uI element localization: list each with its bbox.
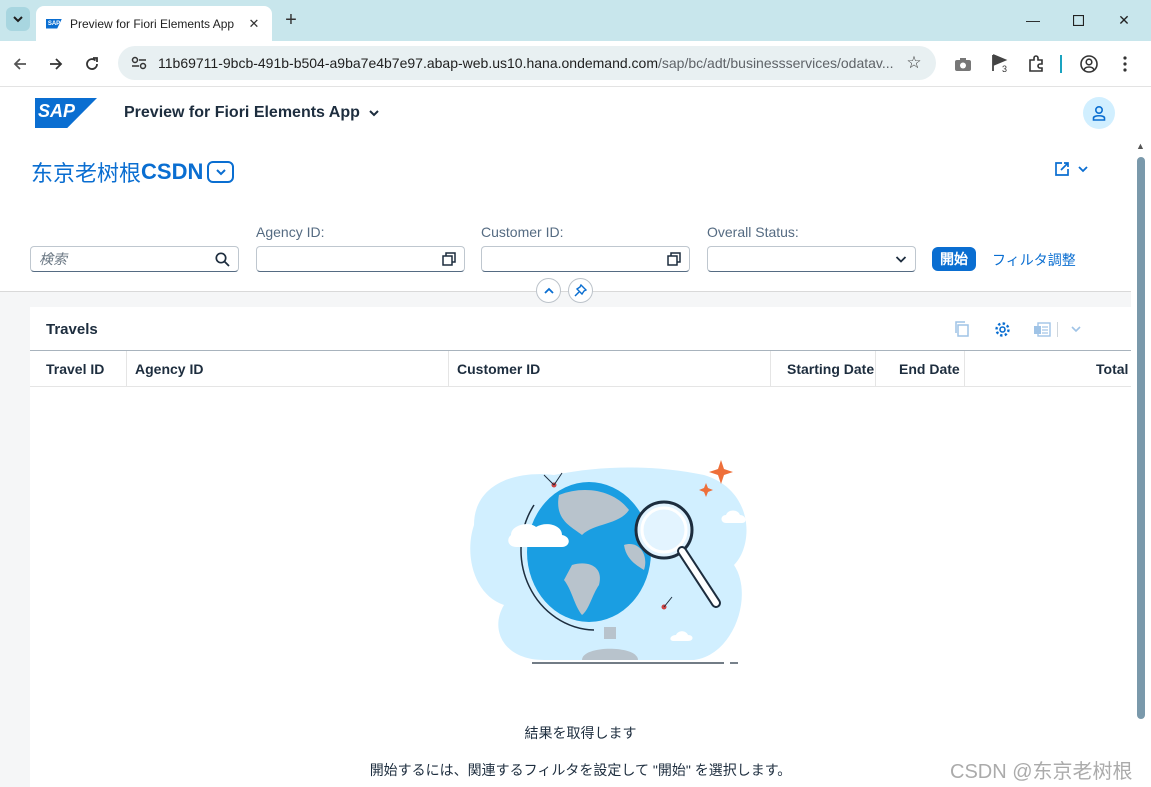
extension-badge: 3	[1002, 64, 1008, 74]
col-end-date[interactable]: End Date	[899, 351, 960, 387]
camera-icon[interactable]	[951, 52, 975, 76]
share-button[interactable]	[1053, 160, 1089, 178]
variant-title-bold: CSDN	[141, 159, 204, 184]
overall-status-label: Overall Status:	[707, 224, 799, 240]
user-icon	[1092, 105, 1106, 121]
url-text: 11b69711-9bcb-491b-b504-a9ba7e4b7e97.aba…	[158, 55, 904, 71]
search-input[interactable]: 検索	[30, 246, 239, 272]
site-info-icon[interactable]	[130, 54, 148, 72]
variant-title-cjk: 东京老树根	[31, 161, 142, 186]
agency-id-label: Agency ID:	[256, 224, 325, 240]
url-host: 11b69711-9bcb-491b-b504-a9ba7e4b7e97.aba…	[158, 55, 658, 71]
share-icon	[1055, 162, 1069, 176]
tab-close-icon[interactable]: ✕	[246, 16, 262, 32]
col-agency-id[interactable]: Agency ID	[135, 351, 203, 387]
agency-id-field[interactable]	[256, 246, 465, 272]
media-extension-icon[interactable]: 3	[989, 52, 1013, 76]
column-separator	[770, 351, 771, 387]
customer-id-field[interactable]	[481, 246, 690, 272]
app-title: Preview for Fiori Elements App	[124, 104, 360, 121]
collapse-header-button[interactable]	[536, 278, 561, 303]
arrow-left-icon	[13, 58, 26, 70]
chevron-up-icon	[543, 287, 554, 294]
overall-status-select[interactable]	[707, 246, 916, 272]
col-travel-id[interactable]: Travel ID	[46, 351, 104, 387]
variant-dropdown-button[interactable]	[207, 161, 235, 183]
column-separator	[875, 351, 876, 387]
settings-gear-icon[interactable]	[992, 320, 1012, 338]
column-separator	[448, 351, 449, 387]
scrollbar-thumb[interactable]	[1137, 157, 1145, 719]
col-total-price[interactable]: Total F	[1096, 351, 1131, 387]
copy-icon[interactable]	[952, 320, 972, 338]
scroll-up-arrow-icon[interactable]: ▲	[1136, 141, 1145, 151]
sap-favicon-icon: SAP	[46, 18, 62, 29]
chevron-down-icon	[13, 16, 23, 23]
url-path: /sap/bc/adt/businessservices/odatav...	[658, 55, 894, 71]
browser-tab-active[interactable]: SAP Preview for Fiori Elements App ✕	[36, 6, 272, 41]
go-button[interactable]: 開始	[932, 247, 976, 271]
page-header: 东京老树根 CSDN 検索 Agency ID: Customer ID: Ove…	[0, 141, 1131, 291]
variant-management[interactable]: 东京老树根 CSDN	[31, 156, 235, 188]
chevron-down-icon	[895, 256, 907, 263]
forward-button[interactable]	[44, 52, 68, 76]
search-placeholder: 検索	[39, 251, 67, 267]
sap-logo[interactable]: SAP	[35, 98, 97, 128]
minimize-button[interactable]: —	[1022, 9, 1044, 31]
app-title-menu[interactable]: Preview for Fiori Elements App	[124, 104, 380, 122]
no-data-title: 結果を取得します	[524, 725, 637, 741]
browser-toolbar: 11b69711-9bcb-491b-b504-a9ba7e4b7e97.aba…	[0, 41, 1151, 87]
tab-title: Preview for Fiori Elements App	[70, 16, 235, 31]
chevron-down-icon	[216, 169, 226, 176]
chevron-down-icon	[369, 110, 379, 117]
tab-search-button[interactable]	[6, 7, 30, 31]
toolbar-divider	[1060, 55, 1062, 73]
no-data-globe-illustration	[470, 460, 747, 664]
profile-icon[interactable]	[1077, 52, 1101, 76]
adapt-filters-button[interactable]: フィルタ調整	[992, 250, 1076, 270]
maximize-button[interactable]	[1067, 9, 1089, 31]
customer-id-label: Customer ID:	[481, 224, 564, 240]
export-excel-icon[interactable]	[1032, 320, 1052, 338]
puzzle-extensions-icon[interactable]	[1024, 52, 1048, 76]
table-title: Travels	[46, 321, 98, 338]
reload-button[interactable]	[80, 52, 104, 76]
bookmark-star-icon[interactable]: ☆	[904, 53, 924, 73]
value-help-icon[interactable]	[667, 252, 681, 266]
export-menu-chevron-icon[interactable]	[1066, 320, 1086, 338]
toolbar-separator	[1057, 322, 1058, 337]
page-scrollbar[interactable]: ▲	[1132, 141, 1151, 787]
column-separator	[126, 351, 127, 387]
travels-table-panel: Travels Travel ID Agency ID Customer ID …	[30, 307, 1131, 787]
close-window-button[interactable]: ✕	[1113, 9, 1135, 31]
browser-menu-icon[interactable]	[1113, 52, 1137, 76]
csdn-watermark: CSDN @东京老树根	[950, 761, 1133, 783]
browser-tabstrip: SAP Preview for Fiori Elements App ✕ + —…	[0, 0, 1151, 41]
pin-icon	[574, 284, 587, 297]
arrow-right-icon	[50, 58, 63, 70]
col-starting-date[interactable]: Starting Date	[787, 351, 874, 387]
new-tab-button[interactable]: +	[280, 9, 302, 31]
sap-shellbar: SAP Preview for Fiori Elements App	[0, 87, 1151, 141]
column-separator	[964, 351, 965, 387]
table-column-header: Travel ID Agency ID Customer ID Starting…	[30, 350, 1131, 387]
maximize-icon	[1072, 14, 1084, 26]
user-avatar[interactable]	[1083, 97, 1115, 129]
pin-header-button[interactable]	[568, 278, 593, 303]
search-icon[interactable]	[215, 251, 230, 267]
col-customer-id[interactable]: Customer ID	[457, 351, 540, 387]
chevron-down-icon	[1078, 166, 1088, 173]
back-button[interactable]	[8, 52, 32, 76]
value-help-icon[interactable]	[442, 252, 456, 266]
address-bar[interactable]: 11b69711-9bcb-491b-b504-a9ba7e4b7e97.aba…	[118, 46, 936, 80]
reload-icon	[86, 57, 98, 70]
